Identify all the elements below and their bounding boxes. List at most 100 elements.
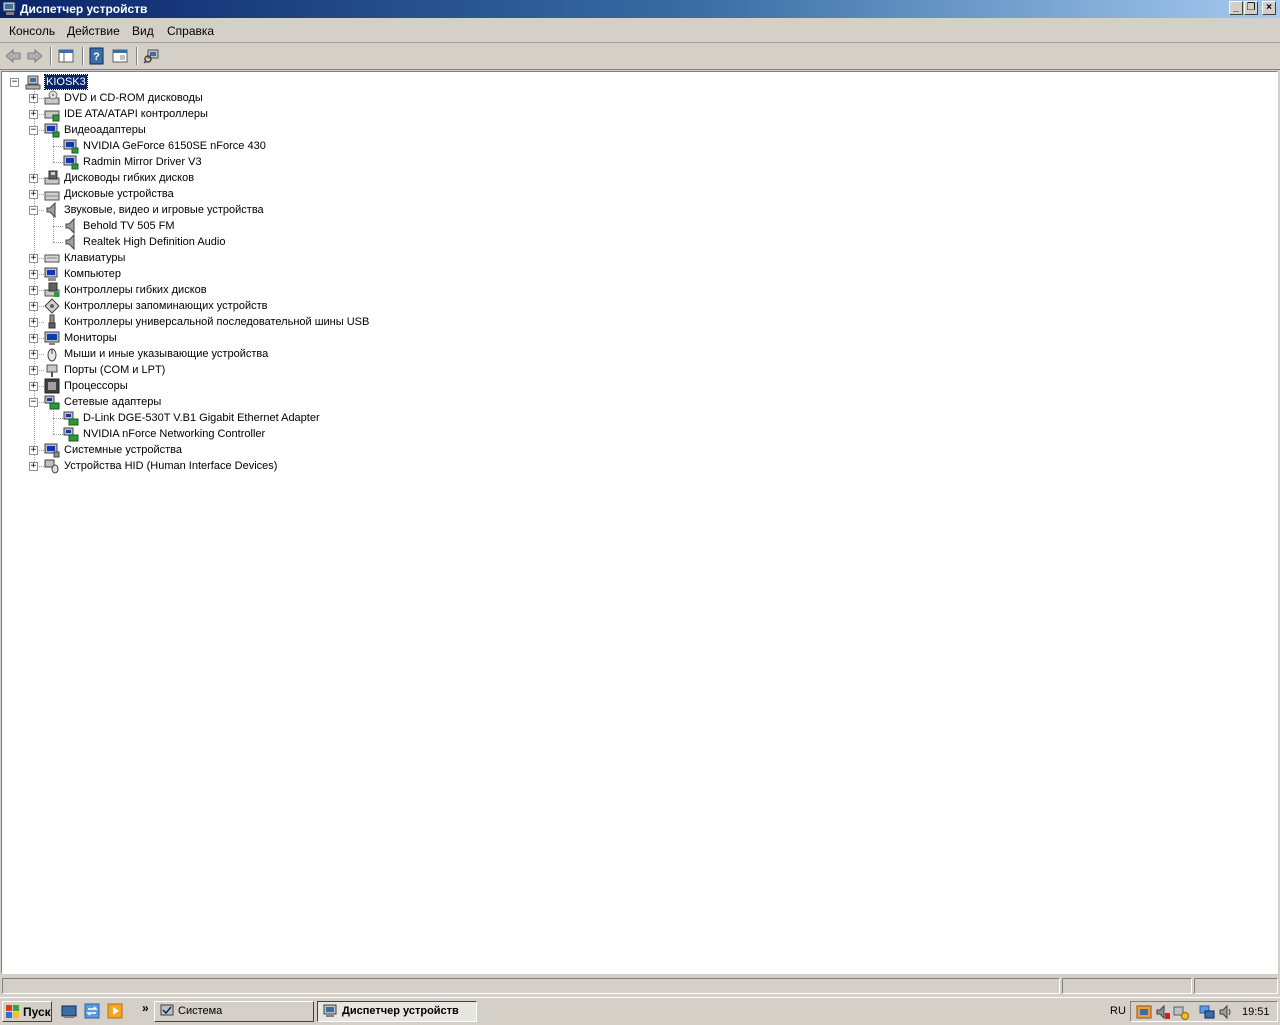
svg-text:?: ? xyxy=(93,51,100,63)
tree-node-label: Мыши и иные указывающие устройства xyxy=(64,348,269,360)
status-panel-3 xyxy=(1194,978,1278,994)
menu-console[interactable]: Консоль xyxy=(9,24,55,38)
tree-node-label: Realtek High Definition Audio xyxy=(83,236,226,248)
tree-node-label: NVIDIA nForce Networking Controller xyxy=(83,428,266,440)
minimize-button[interactable]: _ xyxy=(1229,1,1243,15)
device-manager-icon xyxy=(323,1004,337,1017)
tree-node-label: Компьютер xyxy=(64,268,121,280)
collapse-toggle[interactable]: − xyxy=(29,398,38,407)
expand-toggle[interactable]: + xyxy=(29,462,38,471)
expand-toggle[interactable]: + xyxy=(29,110,38,119)
properties-icon[interactable] xyxy=(111,47,129,65)
usb-icon xyxy=(48,314,56,329)
title-bar: Диспетчер устройств _ ❐ × xyxy=(0,0,1280,18)
expand-toggle[interactable]: + xyxy=(29,446,38,455)
language-indicator[interactable]: RU xyxy=(1110,1005,1126,1017)
speaker-icon xyxy=(65,218,75,234)
storage-controller-icon xyxy=(44,298,60,314)
menu-view[interactable]: Вид xyxy=(132,24,154,38)
device-tree: − KIOSK3 + DVD и CD-ROM дисководы + IDE ATA/A… xyxy=(1,71,1278,974)
menu-action[interactable]: Действие xyxy=(67,24,120,38)
tree-node-label: Контроллеры универсальной последовательн… xyxy=(64,316,370,328)
tree-connector xyxy=(53,408,54,434)
tree-connector xyxy=(53,146,63,147)
display-adapter-icon xyxy=(63,139,79,154)
tree-node-label: Radmin Mirror Driver V3 xyxy=(83,156,202,168)
show-desktop-icon[interactable] xyxy=(61,1003,77,1019)
computer-icon xyxy=(44,267,58,281)
port-icon xyxy=(46,364,58,377)
dvd-drive-icon xyxy=(44,90,60,105)
speaker-icon[interactable] xyxy=(1218,1004,1234,1020)
device-manager-icon xyxy=(3,2,16,15)
hid-icon xyxy=(44,459,59,474)
tree-node-label: Behold TV 505 FM xyxy=(83,220,175,232)
taskbar-button-device-manager[interactable]: Диспетчер устройств xyxy=(317,1001,477,1022)
tree-connector xyxy=(53,216,54,242)
tree-connector xyxy=(53,242,63,243)
tree-connector xyxy=(53,418,63,419)
network-warning-icon[interactable] xyxy=(1173,1004,1189,1020)
status-panel-main xyxy=(2,978,1060,994)
expand-toggle[interactable]: + xyxy=(29,270,38,279)
network-adapter-icon xyxy=(63,411,79,426)
close-button[interactable]: × xyxy=(1262,1,1276,15)
scan-hardware-icon[interactable] xyxy=(143,47,161,65)
tree-node-label: Дисководы гибких дисков xyxy=(64,172,195,184)
switch-windows-icon[interactable] xyxy=(84,1003,100,1019)
expand-toggle[interactable]: + xyxy=(29,302,38,311)
taskbar-button-system[interactable]: Система xyxy=(154,1001,314,1022)
tree-node-label: D-Link DGE-530T V.B1 Gigabit Ethernet Ad… xyxy=(83,412,320,424)
toolbar-separator xyxy=(82,47,84,65)
speaker-icon xyxy=(65,234,75,250)
help-icon[interactable]: ? xyxy=(88,47,106,65)
console-tree-icon[interactable] xyxy=(57,47,75,65)
expand-toggle[interactable]: + xyxy=(29,350,38,359)
tree-node-label: Дисковые устройства xyxy=(64,188,174,200)
toolbar-separator xyxy=(136,47,138,65)
expand-toggle[interactable]: + xyxy=(29,382,38,391)
expand-toggle[interactable]: + xyxy=(29,318,38,327)
menu-help[interactable]: Справка xyxy=(167,24,214,38)
tree-node-label: Клавиатуры xyxy=(64,252,126,264)
window-title: Диспетчер устройств xyxy=(20,2,148,16)
forward-arrow-icon[interactable] xyxy=(26,47,44,65)
expand-toggle[interactable]: + xyxy=(29,366,38,375)
back-arrow-icon[interactable] xyxy=(4,47,22,65)
expand-toggle[interactable]: + xyxy=(29,174,38,183)
tree-node-label: Контроллеры гибких дисков xyxy=(64,284,207,296)
processor-icon xyxy=(44,378,60,394)
volume-icon[interactable] xyxy=(1155,1004,1171,1020)
tree-node-label: KIOSK3 xyxy=(44,74,88,90)
collapse-toggle[interactable]: − xyxy=(29,126,38,135)
tree-connector xyxy=(53,162,63,163)
start-button[interactable]: Пуск xyxy=(2,1001,52,1022)
collapse-toggle[interactable]: − xyxy=(10,78,19,87)
network-connection-icon[interactable] xyxy=(1199,1004,1215,1020)
mouse-icon xyxy=(47,348,57,362)
clock: 19:51 xyxy=(1242,1006,1270,1018)
expand-toggle[interactable]: + xyxy=(29,94,38,103)
tree-connector xyxy=(53,136,54,162)
floppy-controller-icon xyxy=(44,282,60,297)
expand-toggle[interactable]: + xyxy=(29,334,38,343)
display-adapter-icon xyxy=(44,123,60,138)
collapse-toggle[interactable]: − xyxy=(29,206,38,215)
expand-toggle[interactable]: + xyxy=(29,286,38,295)
restore-button[interactable]: ❐ xyxy=(1244,1,1258,15)
system-properties-icon xyxy=(160,1004,174,1016)
disk-drive-icon xyxy=(44,191,60,201)
media-player-icon[interactable] xyxy=(107,1003,123,1019)
tree-node-label: Видеоадаптеры xyxy=(64,124,146,136)
tray-app-icon[interactable] xyxy=(1136,1004,1152,1020)
quicklaunch-overflow[interactable]: » xyxy=(142,1001,149,1015)
tree-node-label: Устройства HID (Human Interface Devices) xyxy=(64,460,278,472)
system-tray: 19:51 xyxy=(1130,1001,1278,1022)
monitor-icon xyxy=(44,331,60,345)
floppy-drive-icon xyxy=(44,170,60,185)
expand-toggle[interactable]: + xyxy=(29,190,38,199)
toolbar: ? xyxy=(0,43,1280,70)
computer-root-icon xyxy=(25,75,41,90)
expand-toggle[interactable]: + xyxy=(29,254,38,263)
taskbar: Пуск » Система Диспетчер устройств RU 19… xyxy=(0,997,1280,1025)
